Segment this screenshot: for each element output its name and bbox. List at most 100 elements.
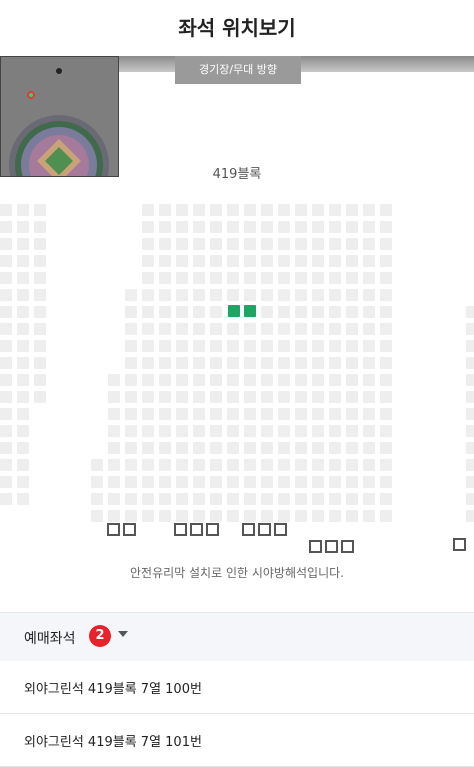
- seat[interactable]: [312, 323, 324, 335]
- stadium-minimap[interactable]: [0, 56, 119, 177]
- seat[interactable]: [0, 408, 12, 420]
- seat[interactable]: [125, 425, 137, 437]
- seat[interactable]: [193, 323, 205, 335]
- seat[interactable]: [34, 221, 46, 233]
- seat[interactable]: [346, 255, 358, 267]
- seat[interactable]: [159, 255, 171, 267]
- seat[interactable]: [346, 357, 358, 369]
- seat[interactable]: [227, 289, 239, 301]
- seat[interactable]: [261, 476, 273, 488]
- seat[interactable]: [34, 306, 46, 318]
- seat[interactable]: [261, 442, 273, 454]
- seat[interactable]: [0, 204, 12, 216]
- seat[interactable]: [346, 221, 358, 233]
- seat[interactable]: [108, 425, 120, 437]
- seat[interactable]: [176, 221, 188, 233]
- seat[interactable]: [261, 510, 273, 522]
- seat[interactable]: [108, 476, 120, 488]
- seat[interactable]: [244, 476, 256, 488]
- seat[interactable]: [193, 510, 205, 522]
- seat[interactable]: [295, 340, 307, 352]
- seat[interactable]: [193, 340, 205, 352]
- seat[interactable]: [34, 374, 46, 386]
- seat[interactable]: [17, 357, 29, 369]
- seat[interactable]: [193, 272, 205, 284]
- seat[interactable]: [244, 204, 256, 216]
- seat[interactable]: [312, 221, 324, 233]
- seat[interactable]: [295, 221, 307, 233]
- seat[interactable]: [346, 323, 358, 335]
- seat[interactable]: [142, 459, 154, 471]
- seat[interactable]: [261, 374, 273, 386]
- seat[interactable]: [125, 374, 137, 386]
- seat[interactable]: [159, 340, 171, 352]
- seat[interactable]: [193, 476, 205, 488]
- seat[interactable]: [346, 306, 358, 318]
- seat[interactable]: [0, 289, 12, 301]
- seat[interactable]: [17, 238, 29, 250]
- seat[interactable]: [142, 493, 154, 505]
- seat[interactable]: [91, 459, 103, 471]
- seat[interactable]: [295, 255, 307, 267]
- seat[interactable]: [380, 374, 392, 386]
- seat[interactable]: [159, 442, 171, 454]
- seat[interactable]: [346, 408, 358, 420]
- seat[interactable]: [17, 221, 29, 233]
- seat[interactable]: [380, 204, 392, 216]
- seat[interactable]: [176, 289, 188, 301]
- seat[interactable]: [466, 306, 474, 318]
- seat[interactable]: [210, 306, 222, 318]
- seat[interactable]: [466, 442, 474, 454]
- seat[interactable]: [193, 442, 205, 454]
- seat[interactable]: [295, 204, 307, 216]
- seat[interactable]: [261, 408, 273, 420]
- seat[interactable]: [142, 425, 154, 437]
- seat[interactable]: [278, 238, 290, 250]
- seat[interactable]: [227, 255, 239, 267]
- reservation-header[interactable]: 예매좌석 2: [0, 612, 474, 661]
- seat[interactable]: [0, 255, 12, 267]
- seat[interactable]: [244, 442, 256, 454]
- seat[interactable]: [142, 272, 154, 284]
- seat[interactable]: [363, 289, 375, 301]
- seat[interactable]: [380, 442, 392, 454]
- seat[interactable]: [329, 255, 341, 267]
- seat[interactable]: [142, 221, 154, 233]
- seat[interactable]: [380, 459, 392, 471]
- seat[interactable]: [329, 374, 341, 386]
- safety-glass-seat[interactable]: [325, 540, 338, 553]
- seat[interactable]: [176, 204, 188, 216]
- seat[interactable]: [227, 459, 239, 471]
- seat[interactable]: [295, 476, 307, 488]
- seat[interactable]: [142, 323, 154, 335]
- seat[interactable]: [159, 238, 171, 250]
- seat[interactable]: [125, 357, 137, 369]
- seat[interactable]: [363, 391, 375, 403]
- seat[interactable]: [17, 204, 29, 216]
- seat[interactable]: [176, 476, 188, 488]
- seat[interactable]: [159, 272, 171, 284]
- seat[interactable]: [227, 357, 239, 369]
- chevron-down-icon[interactable]: [118, 631, 128, 637]
- seat[interactable]: [346, 493, 358, 505]
- seat[interactable]: [244, 238, 256, 250]
- seat[interactable]: [278, 340, 290, 352]
- seat[interactable]: [312, 476, 324, 488]
- seat[interactable]: [278, 272, 290, 284]
- seat[interactable]: [176, 357, 188, 369]
- safety-glass-seat[interactable]: [274, 523, 287, 536]
- seat[interactable]: [227, 476, 239, 488]
- seat[interactable]: [329, 391, 341, 403]
- seat[interactable]: [34, 391, 46, 403]
- seat[interactable]: [142, 238, 154, 250]
- seat[interactable]: [17, 289, 29, 301]
- seat[interactable]: [176, 425, 188, 437]
- seat[interactable]: [346, 204, 358, 216]
- seat[interactable]: [363, 357, 375, 369]
- seat[interactable]: [193, 357, 205, 369]
- seat[interactable]: [0, 442, 12, 454]
- seat[interactable]: [295, 238, 307, 250]
- seat[interactable]: [176, 374, 188, 386]
- seat[interactable]: [34, 357, 46, 369]
- seat[interactable]: [346, 459, 358, 471]
